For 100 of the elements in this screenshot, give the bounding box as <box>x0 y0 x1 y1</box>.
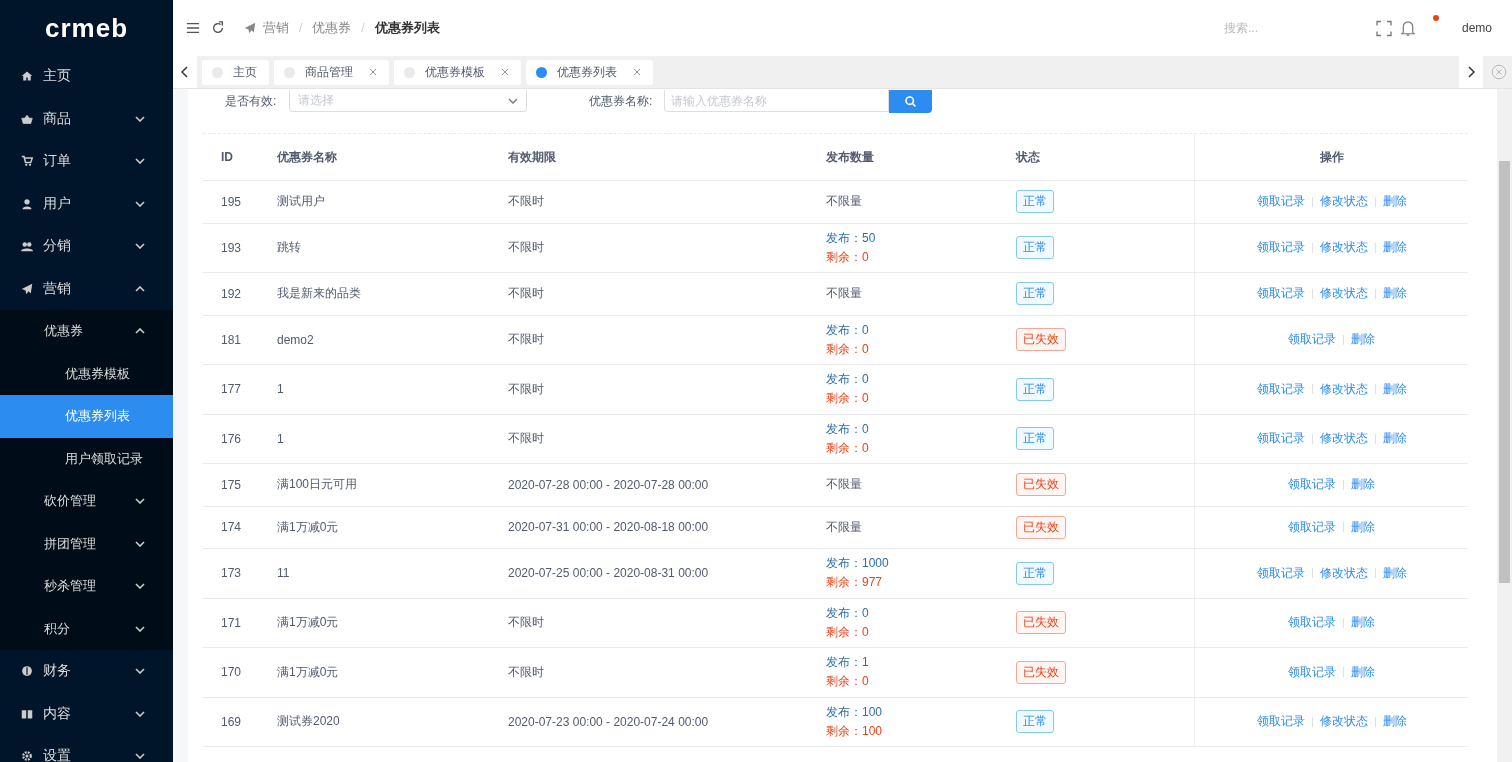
status-tag: 正常 <box>1016 561 1054 585</box>
table-cell-text: 不限量 <box>826 285 863 303</box>
status-tag: 正常 <box>1016 282 1054 306</box>
sidebar-item[interactable]: 设置 <box>0 735 173 762</box>
issued-count: 发布：1 <box>826 654 870 672</box>
action-link[interactable]: 修改状态 <box>1319 430 1368 448</box>
action-link[interactable]: 领取记录 <box>1256 564 1305 582</box>
sidebar-item[interactable]: 主页 <box>0 55 173 98</box>
action-link[interactable]: 修改状态 <box>1319 193 1368 211</box>
menu-label: 拼团管理 <box>44 534 97 553</box>
action-link[interactable]: 删除 <box>1351 614 1375 632</box>
table-cell-text: 174 <box>220 520 243 535</box>
sidebar-item[interactable]: 内容 <box>0 692 173 735</box>
close-icon[interactable] <box>501 68 509 76</box>
column-header: 状态 <box>1016 148 1041 166</box>
menu-label: 订单 <box>43 152 72 171</box>
action-link[interactable]: 删除 <box>1382 239 1407 257</box>
action-link[interactable]: 领取记录 <box>1288 518 1336 536</box>
table-cell-text: 不限量 <box>826 193 863 211</box>
remaining-count: 剩余：0 <box>826 439 870 457</box>
action-link[interactable]: 领取记录 <box>1288 663 1336 681</box>
action-link[interactable]: 领取记录 <box>1256 380 1305 398</box>
sidebar-item[interactable]: 积分 <box>0 607 173 650</box>
action-link[interactable]: 删除 <box>1382 713 1407 731</box>
close-icon[interactable] <box>633 68 641 76</box>
action-link[interactable]: 修改状态 <box>1319 564 1368 582</box>
gear-icon <box>21 750 33 762</box>
action-link[interactable]: 删除 <box>1382 564 1407 582</box>
action-link[interactable]: 领取记录 <box>1288 476 1336 494</box>
table-cell-text: 满1万减0元 <box>277 663 340 681</box>
table-cell-text: 171 <box>220 615 243 630</box>
tab[interactable]: 商品管理 <box>274 59 389 85</box>
sidebar-item[interactable]: 用户领取记录 <box>0 437 173 480</box>
action-link[interactable]: 删除 <box>1382 285 1407 303</box>
tab[interactable]: 主页 <box>202 59 269 85</box>
close-icon[interactable] <box>369 68 377 76</box>
sidebar-item[interactable]: 用户 <box>0 182 173 225</box>
status-tag: 已失效 <box>1016 328 1066 352</box>
sidebar-item[interactable]: 优惠券列表 <box>0 395 173 438</box>
scroll-left-button[interactable] <box>173 56 197 88</box>
sidebar-item[interactable]: 商品 <box>0 97 173 140</box>
action-link[interactable]: 领取记录 <box>1288 331 1336 349</box>
breadcrumb-item[interactable]: 优惠券 <box>312 19 352 37</box>
filter-label: 是否有效: <box>224 92 278 110</box>
search-field[interactable]: 搜索... <box>1221 20 1376 36</box>
status-tag: 正常 <box>1016 427 1054 451</box>
menu-icon[interactable] <box>186 21 200 35</box>
action-link[interactable]: 修改状态 <box>1319 380 1368 398</box>
sidebar-item[interactable]: 分销 <box>0 225 173 268</box>
table-cell-text: 不限时 <box>508 331 545 349</box>
bell-icon[interactable] <box>1399 19 1416 37</box>
action-link[interactable]: 领取记录 <box>1256 193 1305 211</box>
action-link[interactable]: 删除 <box>1382 380 1407 398</box>
user-name[interactable]: demo <box>1461 21 1492 35</box>
sidebar-item[interactable]: 拼团管理 <box>0 522 173 565</box>
action-link[interactable]: 领取记录 <box>1256 430 1305 448</box>
sidebar-item[interactable]: 砍价管理 <box>0 480 173 523</box>
menu-label: 商品 <box>43 109 72 128</box>
action-link[interactable]: 删除 <box>1351 476 1375 494</box>
sidebar-item[interactable]: 优惠券 <box>0 310 173 353</box>
action-link[interactable]: 删除 <box>1351 331 1375 349</box>
sidebar-item[interactable]: 优惠券模板 <box>0 352 173 395</box>
sidebar-item[interactable]: 财务 <box>0 650 173 693</box>
action-link[interactable]: 删除 <box>1382 430 1407 448</box>
table-cell-text: 不限时 <box>508 663 545 681</box>
action-link[interactable]: 领取记录 <box>1256 713 1305 731</box>
action-link[interactable]: 领取记录 <box>1256 239 1305 257</box>
action-link[interactable]: 修改状态 <box>1319 713 1368 731</box>
table-cell-text: 2020-07-28 00:00 - 2020-07-28 00:00 <box>508 477 710 492</box>
scroll-right-button[interactable] <box>1459 56 1483 88</box>
action-link[interactable]: 删除 <box>1351 663 1375 681</box>
action-link[interactable]: 领取记录 <box>1288 614 1336 632</box>
menu-label: 优惠券模板 <box>65 364 131 383</box>
breadcrumb-item: 优惠券列表 <box>374 19 440 37</box>
search-button[interactable] <box>889 89 932 113</box>
action-link[interactable]: 领取记录 <box>1256 285 1305 303</box>
sidebar-item[interactable]: 秒杀管理 <box>0 565 173 608</box>
action-link[interactable]: 删除 <box>1382 193 1407 211</box>
tab[interactable]: 优惠券模板 <box>394 59 521 85</box>
table-cell-text: 175 <box>220 477 243 492</box>
fullscreen-icon[interactable] <box>1375 19 1392 37</box>
menu-label: 内容 <box>43 704 72 723</box>
refresh-icon[interactable] <box>211 21 225 35</box>
table-cell-text: 192 <box>220 286 243 301</box>
action-link[interactable]: 修改状态 <box>1319 285 1368 303</box>
close-icon[interactable] <box>1491 64 1507 80</box>
coin-icon <box>21 665 33 678</box>
remaining-count: 剩余：100 <box>826 722 884 740</box>
column-header: 操作 <box>1194 134 1468 180</box>
issued-count: 发布：100 <box>826 703 884 721</box>
action-link[interactable]: 删除 <box>1351 518 1375 536</box>
sidebar-item[interactable]: 订单 <box>0 140 173 183</box>
breadcrumb-item[interactable]: 营销 <box>263 19 289 37</box>
tab[interactable]: 优惠券列表 <box>526 59 653 85</box>
scrollbar-thumb[interactable] <box>1499 161 1510 583</box>
table-cell-text: demo2 <box>277 332 315 347</box>
sidebar-item[interactable]: 营销 <box>0 267 173 310</box>
table-cell-text: 173 <box>220 566 243 581</box>
status-tag: 正常 <box>1016 236 1054 260</box>
action-link[interactable]: 修改状态 <box>1319 239 1368 257</box>
